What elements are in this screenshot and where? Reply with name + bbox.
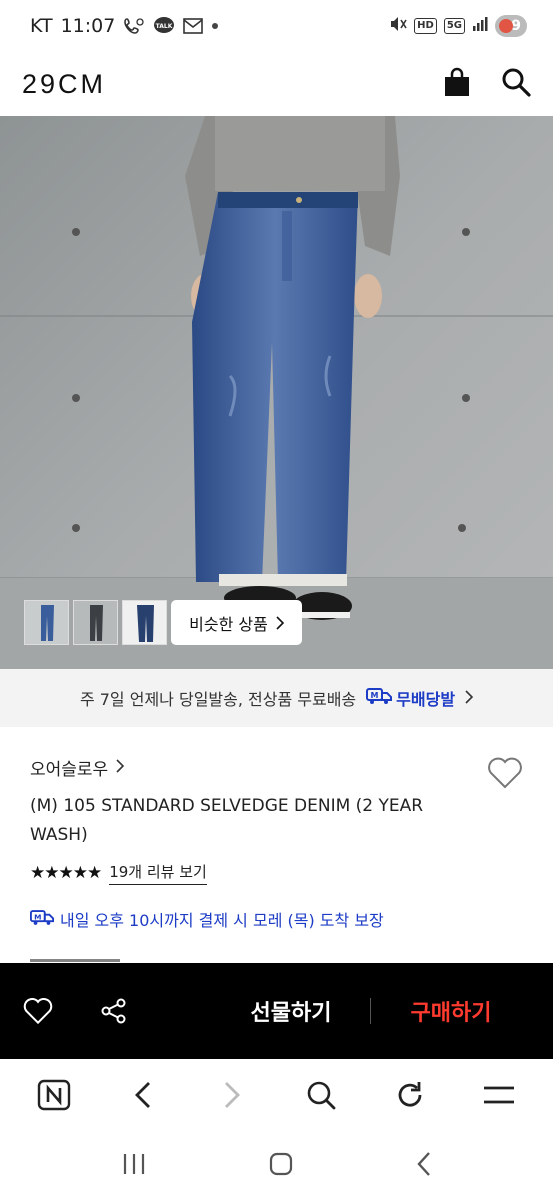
svg-text:TALK: TALK (156, 23, 173, 30)
similar-products-label: 비슷한 상품 (189, 614, 268, 634)
logo[interactable]: 29CM (22, 69, 106, 100)
free-delivery-label: 무배당발 (396, 690, 456, 709)
shipping-banner-text: 주 7일 언제나 당일발송, 전상품 무료배송 (79, 690, 357, 709)
truck-icon: M (366, 687, 393, 709)
product-hero-image[interactable]: 비슷한 상품 (0, 116, 553, 669)
status-bar: KT 11:07 TALK HD 5G 9 (0, 0, 553, 52)
chevron-right-icon (276, 615, 284, 630)
thumbnail-strip (24, 600, 167, 645)
star-rating: ★★★★★ (30, 863, 102, 883)
status-left: KT 11:07 TALK (30, 15, 219, 37)
thumbnail-2[interactable] (73, 600, 118, 645)
reload-icon[interactable] (380, 1080, 440, 1110)
shipping-banner[interactable]: 주 7일 언제나 당일발송, 전상품 무료배송 M 무배당발 (0, 669, 553, 727)
buy-button[interactable]: 구매하기 (386, 995, 516, 1027)
shopping-bag-icon[interactable] (443, 67, 471, 101)
brand-name: 오어슬로우 (30, 760, 109, 780)
heart-icon[interactable] (487, 757, 523, 793)
price-partial (30, 955, 120, 963)
product-title: (M) 105 STANDARD SELVEDGE DENIM (2 YEAR … (30, 796, 424, 845)
free-delivery-brand: M 무배당발 (366, 686, 455, 710)
recent-apps-icon[interactable] (121, 1152, 147, 1180)
product-info: 오어슬로우 (M) 105 STANDARD SELVEDGE DENIM (2… (0, 727, 553, 963)
search-icon[interactable] (501, 67, 531, 101)
header-icons (443, 67, 531, 101)
heart-icon[interactable] (0, 997, 76, 1025)
similar-products-button[interactable]: 비슷한 상품 (171, 600, 302, 645)
gmail-icon (183, 18, 204, 34)
gift-button[interactable]: 선물하기 (226, 995, 356, 1027)
naver-icon[interactable] (24, 1079, 84, 1111)
system-navigation (0, 1131, 553, 1200)
clock: 11:07 (60, 15, 116, 37)
delivery-guarantee: M 내일 오후 10시까지 결제 시 모레 (목) 도착 보장 (30, 907, 523, 931)
svg-text:M: M (34, 912, 41, 921)
phone-wifi-icon (123, 16, 145, 36)
thumbnail-1[interactable] (24, 600, 69, 645)
thumbnail-3[interactable] (122, 600, 167, 645)
kakaotalk-icon: TALK (153, 16, 175, 36)
chevron-right-icon (465, 689, 474, 708)
rating-row: ★★★★★ 19개 리뷰 보기 (30, 861, 523, 885)
review-link[interactable]: 19개 리뷰 보기 (109, 861, 207, 885)
battery-indicator: 9 (495, 15, 527, 37)
home-icon[interactable] (268, 1151, 294, 1181)
network-badge: 5G (443, 18, 465, 34)
search-icon[interactable] (291, 1080, 351, 1110)
mute-icon (389, 15, 407, 37)
notification-dot-icon (211, 22, 219, 30)
hd-badge: HD (414, 18, 437, 34)
brand-link[interactable]: 오어슬로우 (30, 755, 523, 780)
app-header: 29CM (0, 52, 553, 116)
status-right: HD 5G 9 (389, 15, 527, 37)
purchase-action-bar: 선물하기 구매하기 (0, 963, 553, 1059)
share-icon[interactable] (76, 997, 152, 1025)
carrier-label: KT (30, 15, 53, 37)
browser-toolbar (0, 1059, 553, 1131)
forward-icon[interactable] (202, 1080, 262, 1110)
chevron-right-icon (116, 758, 125, 778)
product-photo (0, 116, 553, 669)
action-divider (370, 998, 371, 1024)
back-icon[interactable] (415, 1151, 433, 1181)
signal-icon (472, 16, 488, 36)
svg-text:M: M (371, 691, 379, 700)
menu-icon[interactable] (469, 1084, 529, 1106)
delivery-text: 내일 오후 10시까지 결제 시 모레 (목) 도착 보장 (60, 911, 384, 930)
truck-icon: M (30, 909, 54, 930)
back-icon[interactable] (113, 1080, 173, 1110)
